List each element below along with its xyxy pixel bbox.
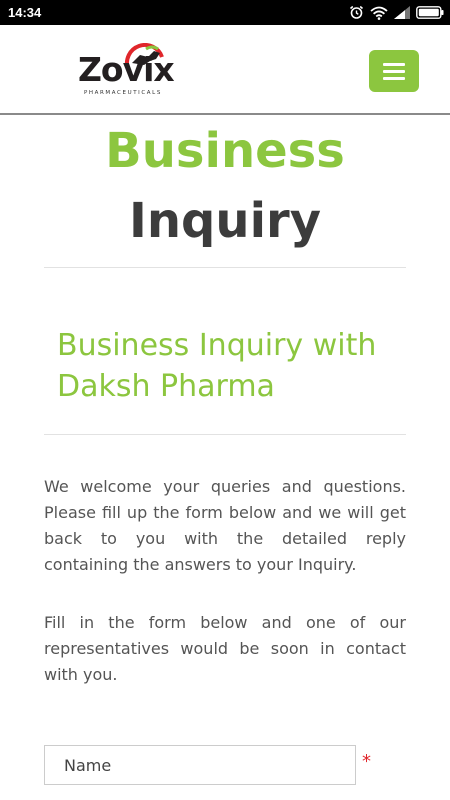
wifi-icon <box>370 6 388 20</box>
divider <box>44 434 406 435</box>
form-instructions: Fill in the form below and one of our re… <box>44 613 406 684</box>
menu-button[interactable] <box>369 50 419 92</box>
section-subtitle: Business Inquiry with Daksh Pharma <box>57 328 377 404</box>
status-time: 14:34 <box>8 5 42 20</box>
status-bar: 14:34 <box>0 0 450 25</box>
signal-icon <box>394 6 410 19</box>
logo-wordmark: Zovix <box>78 50 175 89</box>
logo-tagline: PHARMACEUTICALS <box>84 90 162 96</box>
alarm-icon <box>349 5 364 20</box>
zovix-logo[interactable]: Zovix PHARMACEUTICALS <box>76 43 176 105</box>
status-icons <box>349 4 444 21</box>
required-marker: * <box>362 751 371 772</box>
hamburger-icon <box>383 62 405 66</box>
site-header: Zovix PHARMACEUTICALS <box>0 25 450 115</box>
battery-icon <box>416 6 444 19</box>
page-title-inquiry: Inquiry <box>129 193 321 249</box>
name-input[interactable] <box>44 745 356 785</box>
intro-paragraph: We welcome your queries and questions. P… <box>44 477 406 574</box>
divider <box>44 267 406 268</box>
page-title-business: Business <box>105 123 345 179</box>
name-field-row: * <box>44 745 384 787</box>
